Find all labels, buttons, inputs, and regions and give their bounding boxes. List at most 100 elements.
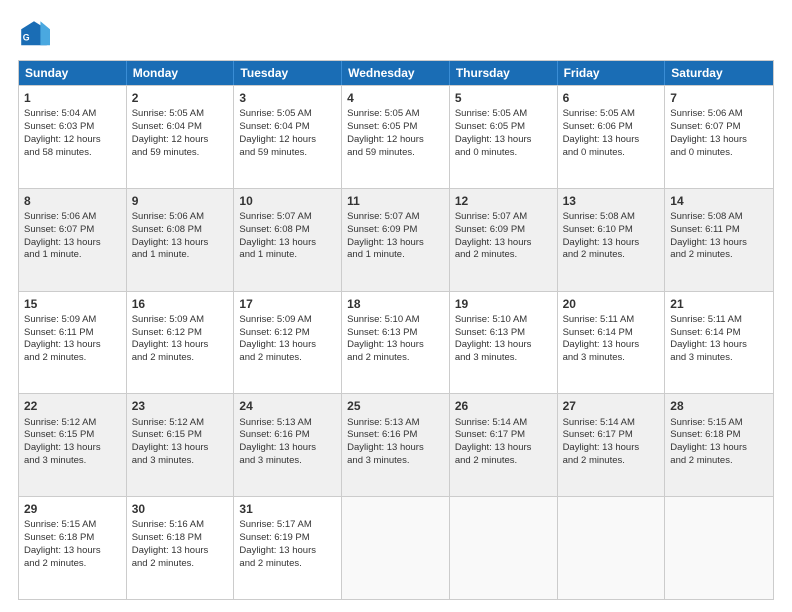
day-info-line: and 2 minutes. [563, 455, 625, 466]
day-info-line: Daylight: 12 hours [239, 134, 316, 145]
day-info-line: and 2 minutes. [563, 249, 625, 260]
day-info-line: Sunset: 6:08 PM [132, 224, 202, 235]
day-info-line: and 2 minutes. [455, 455, 517, 466]
day-number: 20 [563, 296, 660, 312]
cal-cell: 20Sunrise: 5:11 AMSunset: 6:14 PMDayligh… [558, 292, 666, 394]
day-number: 25 [347, 398, 444, 414]
day-info-line: Sunrise: 5:04 AM [24, 108, 96, 119]
cal-header-day: Sunday [19, 61, 127, 85]
day-info-line: Sunset: 6:18 PM [24, 532, 94, 543]
day-info-line: Sunrise: 5:06 AM [24, 211, 96, 222]
cal-week: 8Sunrise: 5:06 AMSunset: 6:07 PMDaylight… [19, 188, 773, 291]
day-info-line: and 3 minutes. [132, 455, 194, 466]
cal-cell: 27Sunrise: 5:14 AMSunset: 6:17 PMDayligh… [558, 394, 666, 496]
cal-cell [342, 497, 450, 599]
day-info-line: and 3 minutes. [670, 352, 732, 363]
day-number: 30 [132, 501, 229, 517]
day-number: 19 [455, 296, 552, 312]
cal-cell: 22Sunrise: 5:12 AMSunset: 6:15 PMDayligh… [19, 394, 127, 496]
day-info-line: and 2 minutes. [670, 455, 732, 466]
day-info-line: and 59 minutes. [132, 147, 200, 158]
day-info-line: Daylight: 13 hours [670, 134, 747, 145]
day-info-line: and 0 minutes. [455, 147, 517, 158]
day-info-line: Daylight: 13 hours [24, 442, 101, 453]
svg-text:G: G [23, 32, 30, 42]
day-info-line: Sunrise: 5:07 AM [239, 211, 311, 222]
day-info-line: and 2 minutes. [24, 558, 86, 569]
day-info-line: Sunset: 6:05 PM [455, 121, 525, 132]
day-info-line: and 1 minute. [132, 249, 190, 260]
day-info-line: Sunset: 6:11 PM [670, 224, 740, 235]
day-info-line: Sunrise: 5:05 AM [347, 108, 419, 119]
day-info-line: Daylight: 13 hours [132, 545, 209, 556]
day-number: 13 [563, 193, 660, 209]
day-info-line: Daylight: 13 hours [347, 237, 424, 248]
cal-cell: 15Sunrise: 5:09 AMSunset: 6:11 PMDayligh… [19, 292, 127, 394]
day-info-line: and 3 minutes. [563, 352, 625, 363]
day-info-line: Daylight: 12 hours [24, 134, 101, 145]
cal-cell: 7Sunrise: 5:06 AMSunset: 6:07 PMDaylight… [665, 86, 773, 188]
day-info-line: and 2 minutes. [132, 558, 194, 569]
day-info-line: Sunset: 6:11 PM [24, 327, 94, 338]
cal-cell: 6Sunrise: 5:05 AMSunset: 6:06 PMDaylight… [558, 86, 666, 188]
day-info-line: Sunrise: 5:08 AM [563, 211, 635, 222]
day-info-line: Sunrise: 5:12 AM [132, 417, 204, 428]
day-info-line: Sunset: 6:07 PM [670, 121, 740, 132]
day-info-line: Daylight: 13 hours [455, 134, 532, 145]
cal-cell: 23Sunrise: 5:12 AMSunset: 6:15 PMDayligh… [127, 394, 235, 496]
day-info-line: Sunset: 6:05 PM [347, 121, 417, 132]
day-info-line: Daylight: 13 hours [670, 442, 747, 453]
day-info-line: Daylight: 13 hours [24, 237, 101, 248]
day-info-line: Sunset: 6:12 PM [239, 327, 309, 338]
day-number: 24 [239, 398, 336, 414]
day-number: 26 [455, 398, 552, 414]
day-info-line: Sunset: 6:09 PM [347, 224, 417, 235]
cal-header-day: Tuesday [234, 61, 342, 85]
day-info-line: Sunrise: 5:11 AM [670, 314, 742, 325]
day-info-line: and 3 minutes. [347, 455, 409, 466]
cal-cell: 13Sunrise: 5:08 AMSunset: 6:10 PMDayligh… [558, 189, 666, 291]
day-number: 10 [239, 193, 336, 209]
day-info-line: Daylight: 13 hours [132, 339, 209, 350]
cal-cell: 14Sunrise: 5:08 AMSunset: 6:11 PMDayligh… [665, 189, 773, 291]
cal-header-day: Thursday [450, 61, 558, 85]
cal-cell: 30Sunrise: 5:16 AMSunset: 6:18 PMDayligh… [127, 497, 235, 599]
day-number: 6 [563, 90, 660, 106]
day-info-line: Daylight: 13 hours [455, 442, 532, 453]
day-info-line: Sunset: 6:15 PM [24, 429, 94, 440]
day-info-line: and 1 minute. [24, 249, 82, 260]
day-info-line: Daylight: 12 hours [347, 134, 424, 145]
day-info-line: Sunrise: 5:05 AM [239, 108, 311, 119]
day-number: 16 [132, 296, 229, 312]
cal-cell: 4Sunrise: 5:05 AMSunset: 6:05 PMDaylight… [342, 86, 450, 188]
day-info-line: Sunrise: 5:05 AM [455, 108, 527, 119]
day-info-line: Sunrise: 5:15 AM [24, 519, 96, 530]
day-info-line: Daylight: 13 hours [24, 339, 101, 350]
day-info-line: Daylight: 13 hours [347, 339, 424, 350]
day-info-line: Sunset: 6:15 PM [132, 429, 202, 440]
day-info-line: Sunrise: 5:12 AM [24, 417, 96, 428]
cal-cell: 25Sunrise: 5:13 AMSunset: 6:16 PMDayligh… [342, 394, 450, 496]
day-number: 18 [347, 296, 444, 312]
day-info-line: Sunrise: 5:15 AM [670, 417, 742, 428]
day-info-line: Daylight: 13 hours [239, 545, 316, 556]
cal-cell: 29Sunrise: 5:15 AMSunset: 6:18 PMDayligh… [19, 497, 127, 599]
cal-cell [558, 497, 666, 599]
logo-icon: G [18, 18, 50, 50]
day-info-line: Daylight: 13 hours [132, 442, 209, 453]
cal-cell: 8Sunrise: 5:06 AMSunset: 6:07 PMDaylight… [19, 189, 127, 291]
day-info-line: Sunrise: 5:09 AM [239, 314, 311, 325]
cal-week: 1Sunrise: 5:04 AMSunset: 6:03 PMDaylight… [19, 85, 773, 188]
cal-cell: 28Sunrise: 5:15 AMSunset: 6:18 PMDayligh… [665, 394, 773, 496]
day-number: 15 [24, 296, 121, 312]
day-info-line: Sunrise: 5:10 AM [347, 314, 419, 325]
day-info-line: Sunrise: 5:05 AM [563, 108, 635, 119]
cal-cell: 11Sunrise: 5:07 AMSunset: 6:09 PMDayligh… [342, 189, 450, 291]
cal-header-day: Friday [558, 61, 666, 85]
day-info-line: Sunset: 6:09 PM [455, 224, 525, 235]
cal-cell: 2Sunrise: 5:05 AMSunset: 6:04 PMDaylight… [127, 86, 235, 188]
day-info-line: Sunrise: 5:05 AM [132, 108, 204, 119]
day-info-line: Sunrise: 5:07 AM [347, 211, 419, 222]
day-info-line: and 59 minutes. [347, 147, 415, 158]
cal-cell: 16Sunrise: 5:09 AMSunset: 6:12 PMDayligh… [127, 292, 235, 394]
